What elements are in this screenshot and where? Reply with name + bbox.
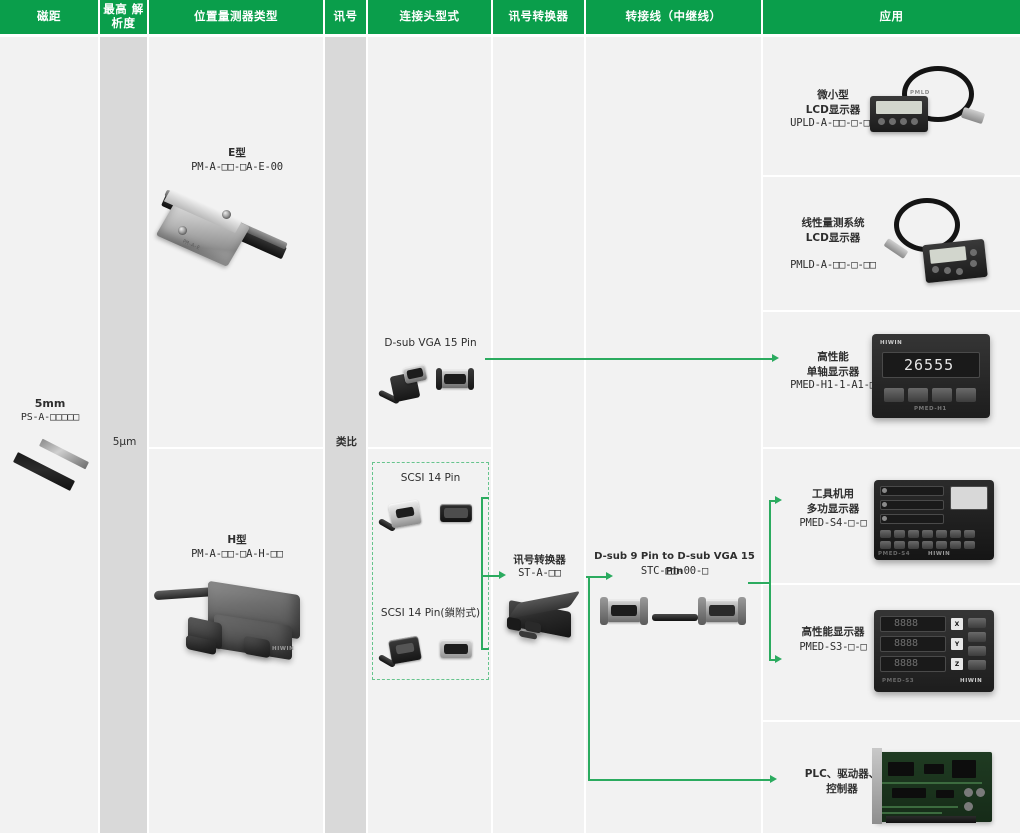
app-row-divider (763, 583, 1020, 585)
flow-line-scsi-to-converter (481, 575, 501, 577)
flow-arrow-converter (499, 571, 506, 579)
flow-arrow-pmeds4 (775, 496, 782, 504)
connector-scsi-lock-label: SCSI 14 Pin(鎖附式) (380, 607, 481, 619)
column-converter (493, 37, 586, 833)
sensor-h-name: H型 (227, 534, 247, 546)
flow-line-scsi-top-stub (481, 497, 489, 499)
header-cell-type: 位置量测器类型 (149, 0, 325, 34)
header-cell-cable: 转接线（中继线） (586, 0, 763, 34)
pmed-s3-display-image: 8888 8888 8888 X Y Z HIWIN PMED-S3 (872, 608, 998, 700)
axis-label-x: X (951, 618, 963, 630)
app-row-divider (763, 175, 1020, 177)
flow-arrow-plc (770, 775, 777, 783)
resolution-value: 5μm (112, 436, 137, 448)
header-cell-signal: 讯号 (325, 0, 368, 34)
pmed-s3-readout-y: 8888 (894, 638, 919, 649)
flow-arrow-pmedh1 (772, 354, 779, 362)
pmed-s3-brand: HIWIN (960, 678, 983, 684)
signal-converter-image (503, 590, 587, 648)
header-cell-resolution: 最高 解析度 (100, 0, 149, 34)
sensor-e-name: E型 (228, 147, 246, 159)
column-divider (491, 37, 493, 833)
column-cable (586, 37, 763, 833)
pitch-value: 5mm (34, 397, 66, 410)
flow-line-scsi-bottom-stub (481, 648, 489, 650)
type-row-divider (149, 447, 325, 449)
connector-scsi-label: SCSI 14 Pin (400, 472, 461, 484)
table-header-row: 磁距 最高 解析度 位置量测器类型 讯号 连接头型式 讯号转换器 转接线（中继线… (0, 0, 1020, 34)
sensor-e-part-number: PM-A-□□-□A-E-00 (191, 161, 283, 173)
pmed-s4-display-image: HIWIN PMED-S4 (872, 478, 998, 568)
flow-line-cable-to-bus (748, 582, 771, 584)
flow-line-plc-horizontal (588, 779, 772, 781)
flow-line-dsub-to-pmedh1 (485, 358, 773, 360)
axis-label-y: Y (951, 638, 963, 650)
header-cell-connector: 连接头型式 (368, 0, 493, 34)
pitch-part-number: PS-A-□□□□□ (20, 412, 80, 423)
pmed-s3-readout-x: 8888 (894, 618, 919, 629)
app-row-divider (763, 310, 1020, 312)
app-row-divider (763, 720, 1020, 722)
connector-row-divider (368, 447, 493, 449)
flow-line-converter-feed (608, 576, 610, 578)
axis-label-z: Z (951, 658, 963, 670)
flow-line-scsi-vertical (481, 497, 483, 649)
h-type-sensor-image: HIWIN (152, 572, 324, 694)
column-connector (368, 37, 493, 833)
app-row-divider (763, 447, 1020, 449)
column-divider (584, 37, 586, 833)
column-divider (761, 37, 763, 833)
sensor-h-part-number: PM-A-□□-□A-H-□□ (191, 548, 283, 560)
upld-display-image: PMLD (866, 64, 998, 160)
pmed-h1-readout: 26555 (904, 356, 955, 374)
flow-line-plc-vertical (588, 576, 590, 780)
magnetic-strip-image (8, 438, 92, 491)
adapter-cable-image (600, 588, 750, 640)
flow-arrow-pmeds3 (775, 655, 782, 663)
e-type-sensor-image: PM-A-E (152, 186, 322, 306)
plc-controller-card-image (872, 744, 998, 830)
connector-dsub-label: D-sub VGA 15 Pin (384, 337, 477, 349)
scsi-14-connector-image (377, 492, 488, 540)
converter-part-number: ST-A-□□ (518, 567, 561, 579)
signal-value: 类比 (336, 436, 357, 448)
column-pitch (0, 37, 100, 833)
pmed-h1-display-image: HIWIN 26555 PMED-H1 (868, 332, 1000, 428)
header-cell-pitch: 磁距 (0, 0, 100, 34)
pmed-s3-readout-z: 8888 (894, 658, 919, 669)
flow-line-bus-lower (769, 582, 771, 660)
header-cell-converter: 讯号转换器 (493, 0, 586, 34)
diagram-sheet: 磁距 最高 解析度 位置量测器类型 讯号 连接头型式 讯号转换器 转接线（中继线… (0, 0, 1020, 833)
header-cell-app: 应用 (763, 0, 1020, 34)
scsi-14-lock-connector-image (377, 628, 488, 676)
pmld-display-image (868, 196, 1000, 296)
dsub-vga-15-connector-image (377, 358, 488, 414)
